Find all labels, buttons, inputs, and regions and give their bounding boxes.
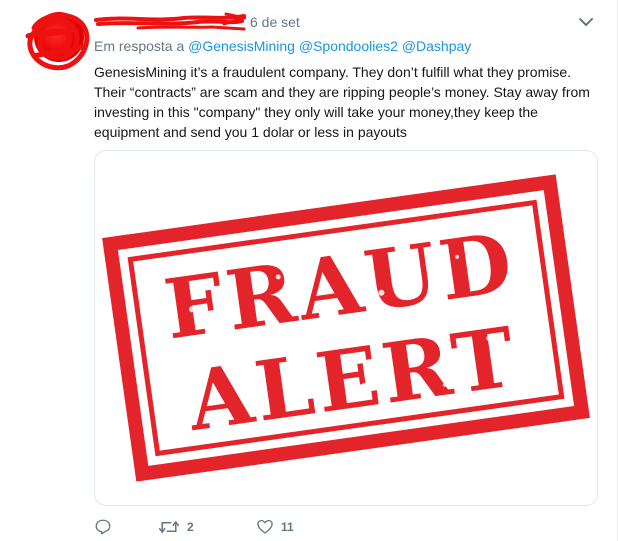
reply-prefix: Em resposta a xyxy=(94,38,185,54)
like-button[interactable]: 11 xyxy=(256,516,294,538)
tweet-card[interactable]: 6 de set Em resposta a @GenesisMining @S… xyxy=(0,0,618,541)
name-redaction-scribble xyxy=(94,12,246,31)
reply-context: Em resposta a @GenesisMining @Spondoolie… xyxy=(94,37,471,55)
retweet-button[interactable]: 2 xyxy=(158,516,194,538)
retweet-count: 2 xyxy=(187,520,194,534)
mention-link[interactable]: @GenesisMining xyxy=(188,38,295,54)
avatar-redaction-scribble xyxy=(25,12,90,71)
tweet-image[interactable]: FRAUD ALERT xyxy=(94,150,598,506)
mention-link[interactable]: @Spondoolies2 xyxy=(299,38,398,54)
reply-icon xyxy=(95,519,111,535)
like-count: 11 xyxy=(281,520,294,534)
chevron-down-icon[interactable] xyxy=(578,16,594,28)
mention-link[interactable]: @Dashpay xyxy=(402,38,471,54)
reply-button[interactable] xyxy=(94,516,112,538)
tweet-date[interactable]: 6 de set xyxy=(250,12,300,32)
tweet-text: GenesisMining it’s a fraudulent company.… xyxy=(94,64,590,140)
fraud-alert-stamp-image: FRAUD ALERT xyxy=(102,174,590,482)
heart-icon xyxy=(257,519,273,534)
retweet-icon xyxy=(158,521,180,533)
